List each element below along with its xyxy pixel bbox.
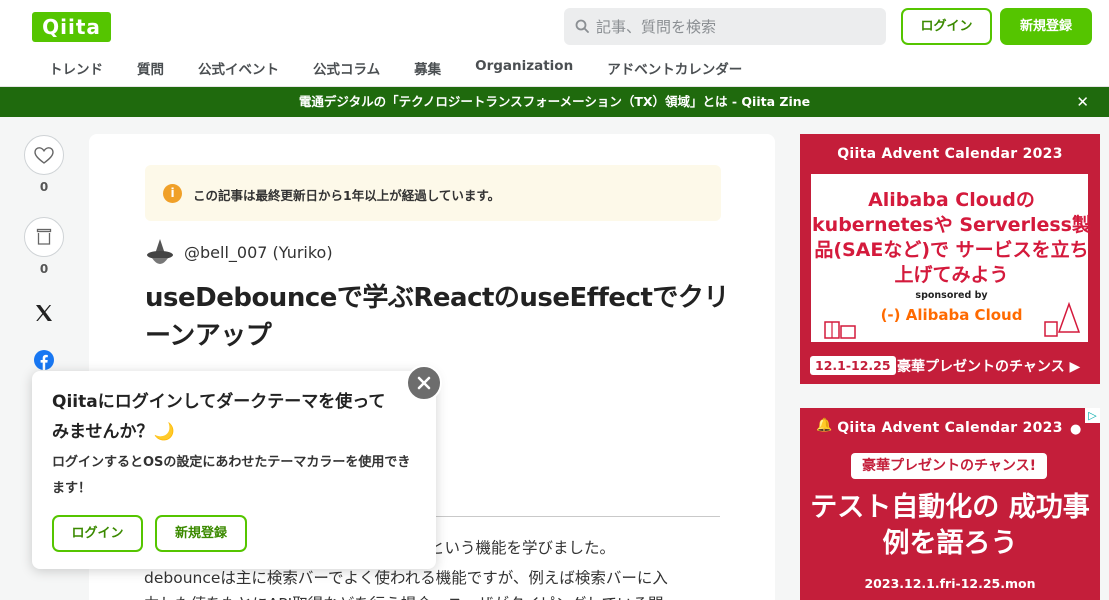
x-share-icon[interactable] — [34, 303, 54, 327]
dark-theme-login-popup: Qiitaにログインしてダークテーマを使ってみませんか？🌙 ログインするとOSの… — [32, 371, 436, 569]
search-bar[interactable] — [564, 8, 886, 45]
ornament-icon: ● — [1070, 422, 1082, 437]
advertisement-alibaba[interactable]: Qiita Advent Calendar 2023 Alibaba Cloud… — [800, 134, 1100, 384]
ad-headline: Alibaba Cloudの kubernetesや Serverless製品(… — [812, 189, 1091, 286]
like-button[interactable] — [24, 135, 64, 175]
gift-icon — [824, 321, 856, 339]
ad-calendar-title: Qiita Advent Calendar 2023 — [837, 420, 1063, 436]
avatar[interactable] — [145, 238, 175, 270]
ad-date: 2023.12.1.fri-12.25.mon — [864, 576, 1036, 591]
article-body-line: 力した値をもとにAPI取得などを行う場合、ユーザがタイピングしている間 — [144, 592, 744, 600]
popup-login-button[interactable]: ログイン — [52, 515, 143, 552]
signup-button[interactable]: 新規登録 — [1000, 8, 1092, 45]
popup-close-button[interactable] — [406, 365, 442, 401]
info-icon: i — [163, 184, 182, 203]
ad-content-box: Alibaba Cloudの kubernetesや Serverless製品(… — [809, 172, 1091, 344]
article-body-line: debounceは主に検索バーでよく使われる機能ですが、例えば検索バーに入 — [144, 569, 668, 587]
divider — [435, 516, 720, 517]
promo-banner[interactable]: 電通デジタルの「テクノロジートランスフォーメーション（TX）領域」とは - Qi… — [0, 87, 1109, 117]
popup-title: Qiitaにログインしてダークテーマを使ってみませんか？🌙 — [52, 392, 386, 442]
nav-official-columns[interactable]: 公式コラム — [296, 52, 397, 82]
close-icon — [417, 376, 431, 390]
ornament-icon: 🔔 — [816, 418, 833, 433]
qiita-logo[interactable]: Qiita — [32, 12, 111, 42]
author-name[interactable]: @bell_007 (Yuriko) — [184, 243, 333, 262]
nav-questions[interactable]: 質問 — [120, 52, 181, 82]
like-count: 0 — [39, 180, 49, 194]
outdated-notice: i この記事は最終更新日から1年以上が経過しています。 — [145, 165, 721, 221]
stock-button[interactable] — [24, 217, 64, 257]
nav-trend[interactable]: トレンド — [32, 52, 120, 82]
global-nav: トレンド 質問 公式イベント 公式コラム 募集 Organization アドベ… — [32, 52, 759, 82]
nav-advent-calendar[interactable]: アドベントカレンダー — [590, 52, 759, 82]
search-input[interactable] — [596, 8, 876, 45]
folder-icon — [36, 228, 52, 245]
nav-organization[interactable]: Organization — [458, 52, 590, 82]
nav-official-events[interactable]: 公式イベント — [181, 52, 296, 82]
site-header: Qiita ログイン 新規登録 トレンド 質問 公式イベント 公式コラム 募集 … — [0, 0, 1109, 87]
ad-badge: 豪華プレゼントのチャンス! — [851, 453, 1047, 479]
article-title: useDebounceで学ぶReactのuseEffectでクリーンアップ — [145, 283, 729, 351]
advertisement-test-automation[interactable]: ▷ Qiita Advent Calendar 2023 🔔 ● 豪華プレゼント… — [800, 408, 1100, 600]
login-button[interactable]: ログイン — [901, 8, 992, 45]
search-icon — [575, 19, 589, 33]
banner-close-icon[interactable]: ✕ — [1076, 87, 1089, 117]
ad-calendar-title: Qiita Advent Calendar 2023 — [837, 146, 1063, 162]
article-body-line: という機能を学びました。 — [429, 539, 616, 557]
ad-cta: 豪華プレゼントのチャンス ▶ — [897, 359, 1081, 375]
christmas-tree-icon — [1044, 302, 1081, 337]
nav-recruit[interactable]: 募集 — [397, 52, 458, 82]
ad-headline: テスト自動化の 成功事例を語ろう — [810, 492, 1090, 559]
outdated-notice-text: この記事は最終更新日から1年以上が経過しています。 — [193, 188, 501, 203]
popup-signup-button[interactable]: 新規登録 — [155, 515, 247, 552]
ad-sponsor-label: sponsored by — [915, 290, 988, 301]
ad-date: 12.1-12.25 — [810, 356, 896, 375]
promo-banner-text[interactable]: 電通デジタルの「テクノロジートランスフォーメーション（TX）領域」とは - Qi… — [299, 94, 810, 109]
popup-description: ログインするとOSの設定にあわせたテーマカラーを使用できます！ — [52, 455, 411, 496]
stock-count: 0 — [39, 262, 49, 276]
heart-icon — [34, 147, 54, 164]
